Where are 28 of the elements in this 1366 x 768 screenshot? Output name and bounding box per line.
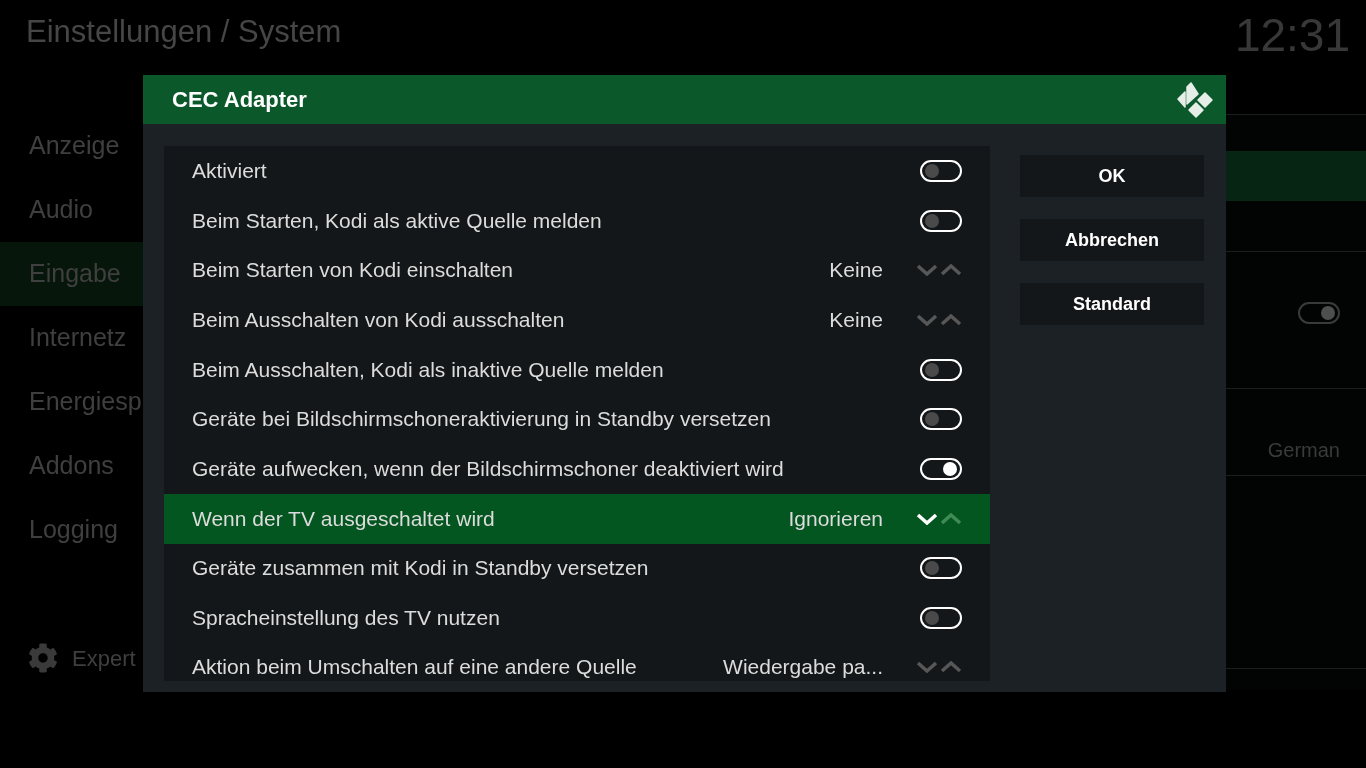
setting-label: Geräte zusammen mit Kodi in Standby versetzen (192, 556, 650, 581)
setting-label: Spracheinstellung des TV nutzen (192, 606, 501, 631)
setting-label: Geräte bei Bildschirmschoneraktivierung in Standby versetzen (192, 407, 772, 432)
setting-value: Ignorieren (788, 506, 883, 531)
clock: 12:31 (1234, 10, 1350, 60)
dialog-title: CEC Adapter (172, 86, 307, 114)
dialog-button[interactable]: Standard (1020, 283, 1204, 325)
setting-label: Wenn der TV ausgeschaltet wird (192, 506, 496, 531)
gear-icon (28, 643, 58, 673)
setting-label: Beim Starten von Kodi einschalten (192, 258, 515, 283)
page-title: Einstellungen / System (26, 14, 342, 50)
setting-label: Geräte aufwecken, wenn der Bildschirmschoner deaktiviert wird (192, 456, 785, 481)
chevron-up-icon[interactable] (940, 264, 962, 277)
setting-label: Aktiviert (192, 158, 268, 183)
dialog-button[interactable]: Abbrechen (1020, 219, 1204, 261)
setting-label: Aktion beim Umschalten auf eine andere Quelle (192, 654, 638, 679)
logo-icon (1177, 81, 1213, 118)
toggle-switch[interactable] (1298, 302, 1340, 324)
setting-label: Beim Ausschalten, Kodi als inaktive Quelle melden (192, 357, 665, 382)
setting-label: Beim Ausschalten von Kodi ausschalten (192, 307, 566, 332)
setting-value: Keine (829, 307, 883, 332)
dialog-button[interactable]: OK (1020, 155, 1204, 197)
setting-value: Wiedergabe pa... (723, 654, 883, 679)
setting-label: Beim Starten, Kodi als aktive Quelle melden (192, 208, 603, 233)
chevron-up-icon[interactable] (940, 660, 962, 673)
setting-value: German (1267, 438, 1340, 463)
chevron-up-icon[interactable] (940, 313, 962, 326)
setting-value: Keine (829, 258, 883, 283)
